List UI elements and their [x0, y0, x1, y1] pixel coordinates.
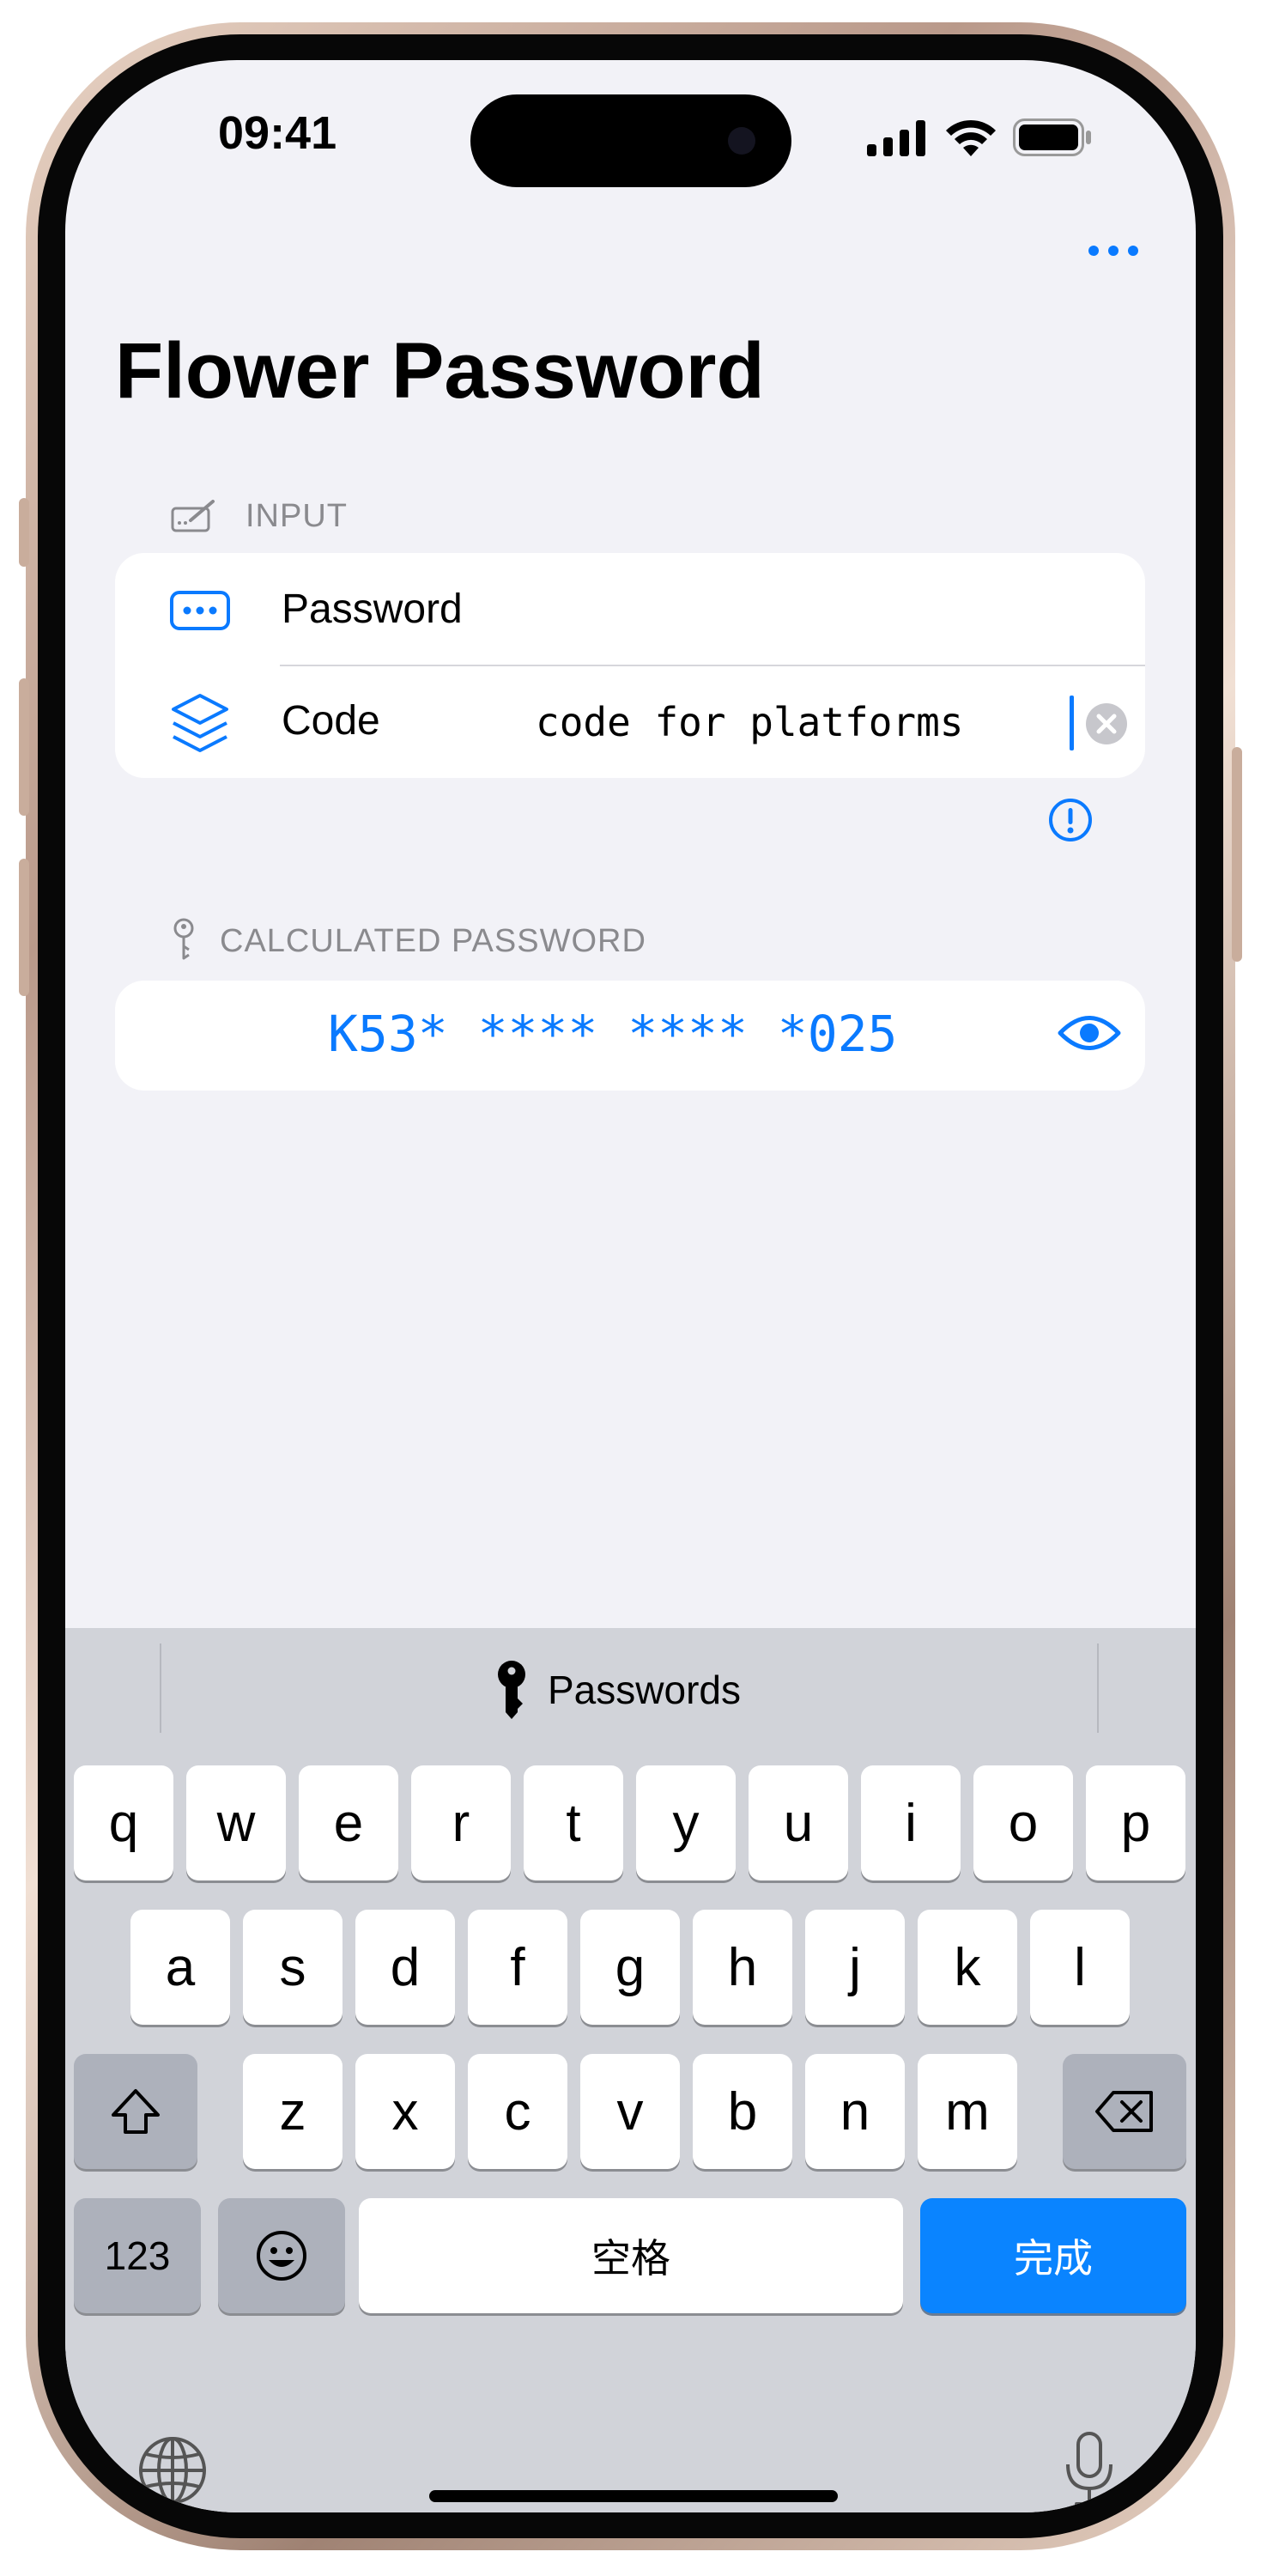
keyboard: Passwords q w e r t y u i o p a s d f g …: [65, 1628, 1196, 2512]
row-divider: [280, 665, 1145, 666]
key-a[interactable]: a: [130, 1910, 230, 2025]
key-d[interactable]: d: [355, 1910, 455, 2025]
power-button: [1232, 747, 1242, 962]
key-n[interactable]: n: [805, 2054, 905, 2169]
key-i[interactable]: i: [861, 1765, 961, 1880]
delete-key[interactable]: [1063, 2054, 1186, 2169]
key-j[interactable]: j: [805, 1910, 905, 2025]
space-key[interactable]: 空格: [359, 2198, 903, 2313]
key-c[interactable]: c: [468, 2054, 567, 2169]
emoji-key[interactable]: [218, 2198, 345, 2313]
clear-icon: [1086, 703, 1127, 744]
key-v[interactable]: v: [580, 2054, 680, 2169]
suggestion-divider: [1097, 1643, 1099, 1733]
info-circle-icon: [1049, 799, 1092, 841]
layers-icon: [170, 692, 230, 754]
dynamic-island: [470, 94, 791, 187]
delete-icon: [1095, 2091, 1153, 2132]
more-button[interactable]: [1087, 244, 1140, 258]
globe-button[interactable]: [137, 2435, 208, 2510]
password-field[interactable]: [278, 558, 1145, 661]
page-title: Flower Password: [115, 327, 765, 415]
password-dots-icon: [170, 591, 230, 630]
eye-icon: [1058, 1016, 1121, 1050]
key-z[interactable]: z: [243, 2054, 343, 2169]
key-h[interactable]: h: [693, 1910, 792, 2025]
signal-icon: [867, 120, 927, 156]
camera-icon: [728, 127, 755, 155]
battery-icon: [1013, 118, 1092, 156]
calculated-section-label: CALCULATED PASSWORD: [220, 923, 646, 959]
key-e[interactable]: e: [299, 1765, 398, 1880]
calculated-password[interactable]: K53* **** **** *025: [328, 1005, 897, 1063]
suggestion-divider: [160, 1643, 161, 1733]
pencil-box-icon: [170, 500, 218, 534]
shift-icon: [112, 2089, 160, 2134]
key-f[interactable]: f: [468, 1910, 567, 2025]
emoji-icon: [257, 2231, 306, 2281]
key-y[interactable]: y: [636, 1765, 736, 1880]
key-g[interactable]: g: [580, 1910, 680, 2025]
input-card: Password Code code for platforms: [115, 553, 1145, 778]
dictation-button[interactable]: [1063, 2430, 1116, 2512]
key-l[interactable]: l: [1030, 1910, 1130, 2025]
info-button[interactable]: [1047, 797, 1094, 843]
key-fill-icon: [498, 1661, 525, 1719]
key-r[interactable]: r: [411, 1765, 511, 1880]
key-s[interactable]: s: [243, 1910, 343, 2025]
code-input[interactable]: code for platforms: [536, 699, 964, 745]
passwords-label: Passwords: [548, 1668, 741, 1712]
key-x[interactable]: x: [355, 2054, 455, 2169]
key-k[interactable]: k: [918, 1910, 1017, 2025]
microphone-icon: [1066, 2432, 1112, 2506]
volume-down-button: [19, 859, 29, 996]
clear-text-button[interactable]: [1085, 702, 1128, 745]
key-o[interactable]: o: [973, 1765, 1073, 1880]
key-b[interactable]: b: [693, 2054, 792, 2169]
result-card[interactable]: K53* **** **** *025: [115, 981, 1145, 1091]
key-icon: [170, 917, 197, 962]
key-u[interactable]: u: [749, 1765, 848, 1880]
code-label: Code: [282, 698, 380, 744]
globe-icon: [139, 2437, 206, 2504]
done-key[interactable]: 完成: [920, 2198, 1186, 2313]
key-q[interactable]: q: [74, 1765, 173, 1880]
key-w[interactable]: w: [186, 1765, 286, 1880]
key-p[interactable]: p: [1086, 1765, 1185, 1880]
input-section-label: INPUT: [246, 498, 348, 534]
home-indicator: [429, 2490, 838, 2502]
ellipsis-icon: [1088, 246, 1138, 256]
numbers-key[interactable]: 123: [74, 2198, 201, 2313]
status-time: 09:41: [218, 107, 337, 159]
passwords-suggestion[interactable]: Passwords: [494, 1656, 769, 1724]
action-button: [19, 498, 29, 567]
key-m[interactable]: m: [918, 2054, 1017, 2169]
screen: 09:41 Flower Password INPUT Password Cod…: [65, 60, 1196, 2512]
wifi-icon: [944, 117, 997, 156]
show-password-button[interactable]: [1058, 1012, 1121, 1054]
text-cursor: [1070, 696, 1074, 750]
key-t[interactable]: t: [524, 1765, 623, 1880]
shift-key[interactable]: [74, 2054, 197, 2169]
volume-up-button: [19, 678, 29, 816]
